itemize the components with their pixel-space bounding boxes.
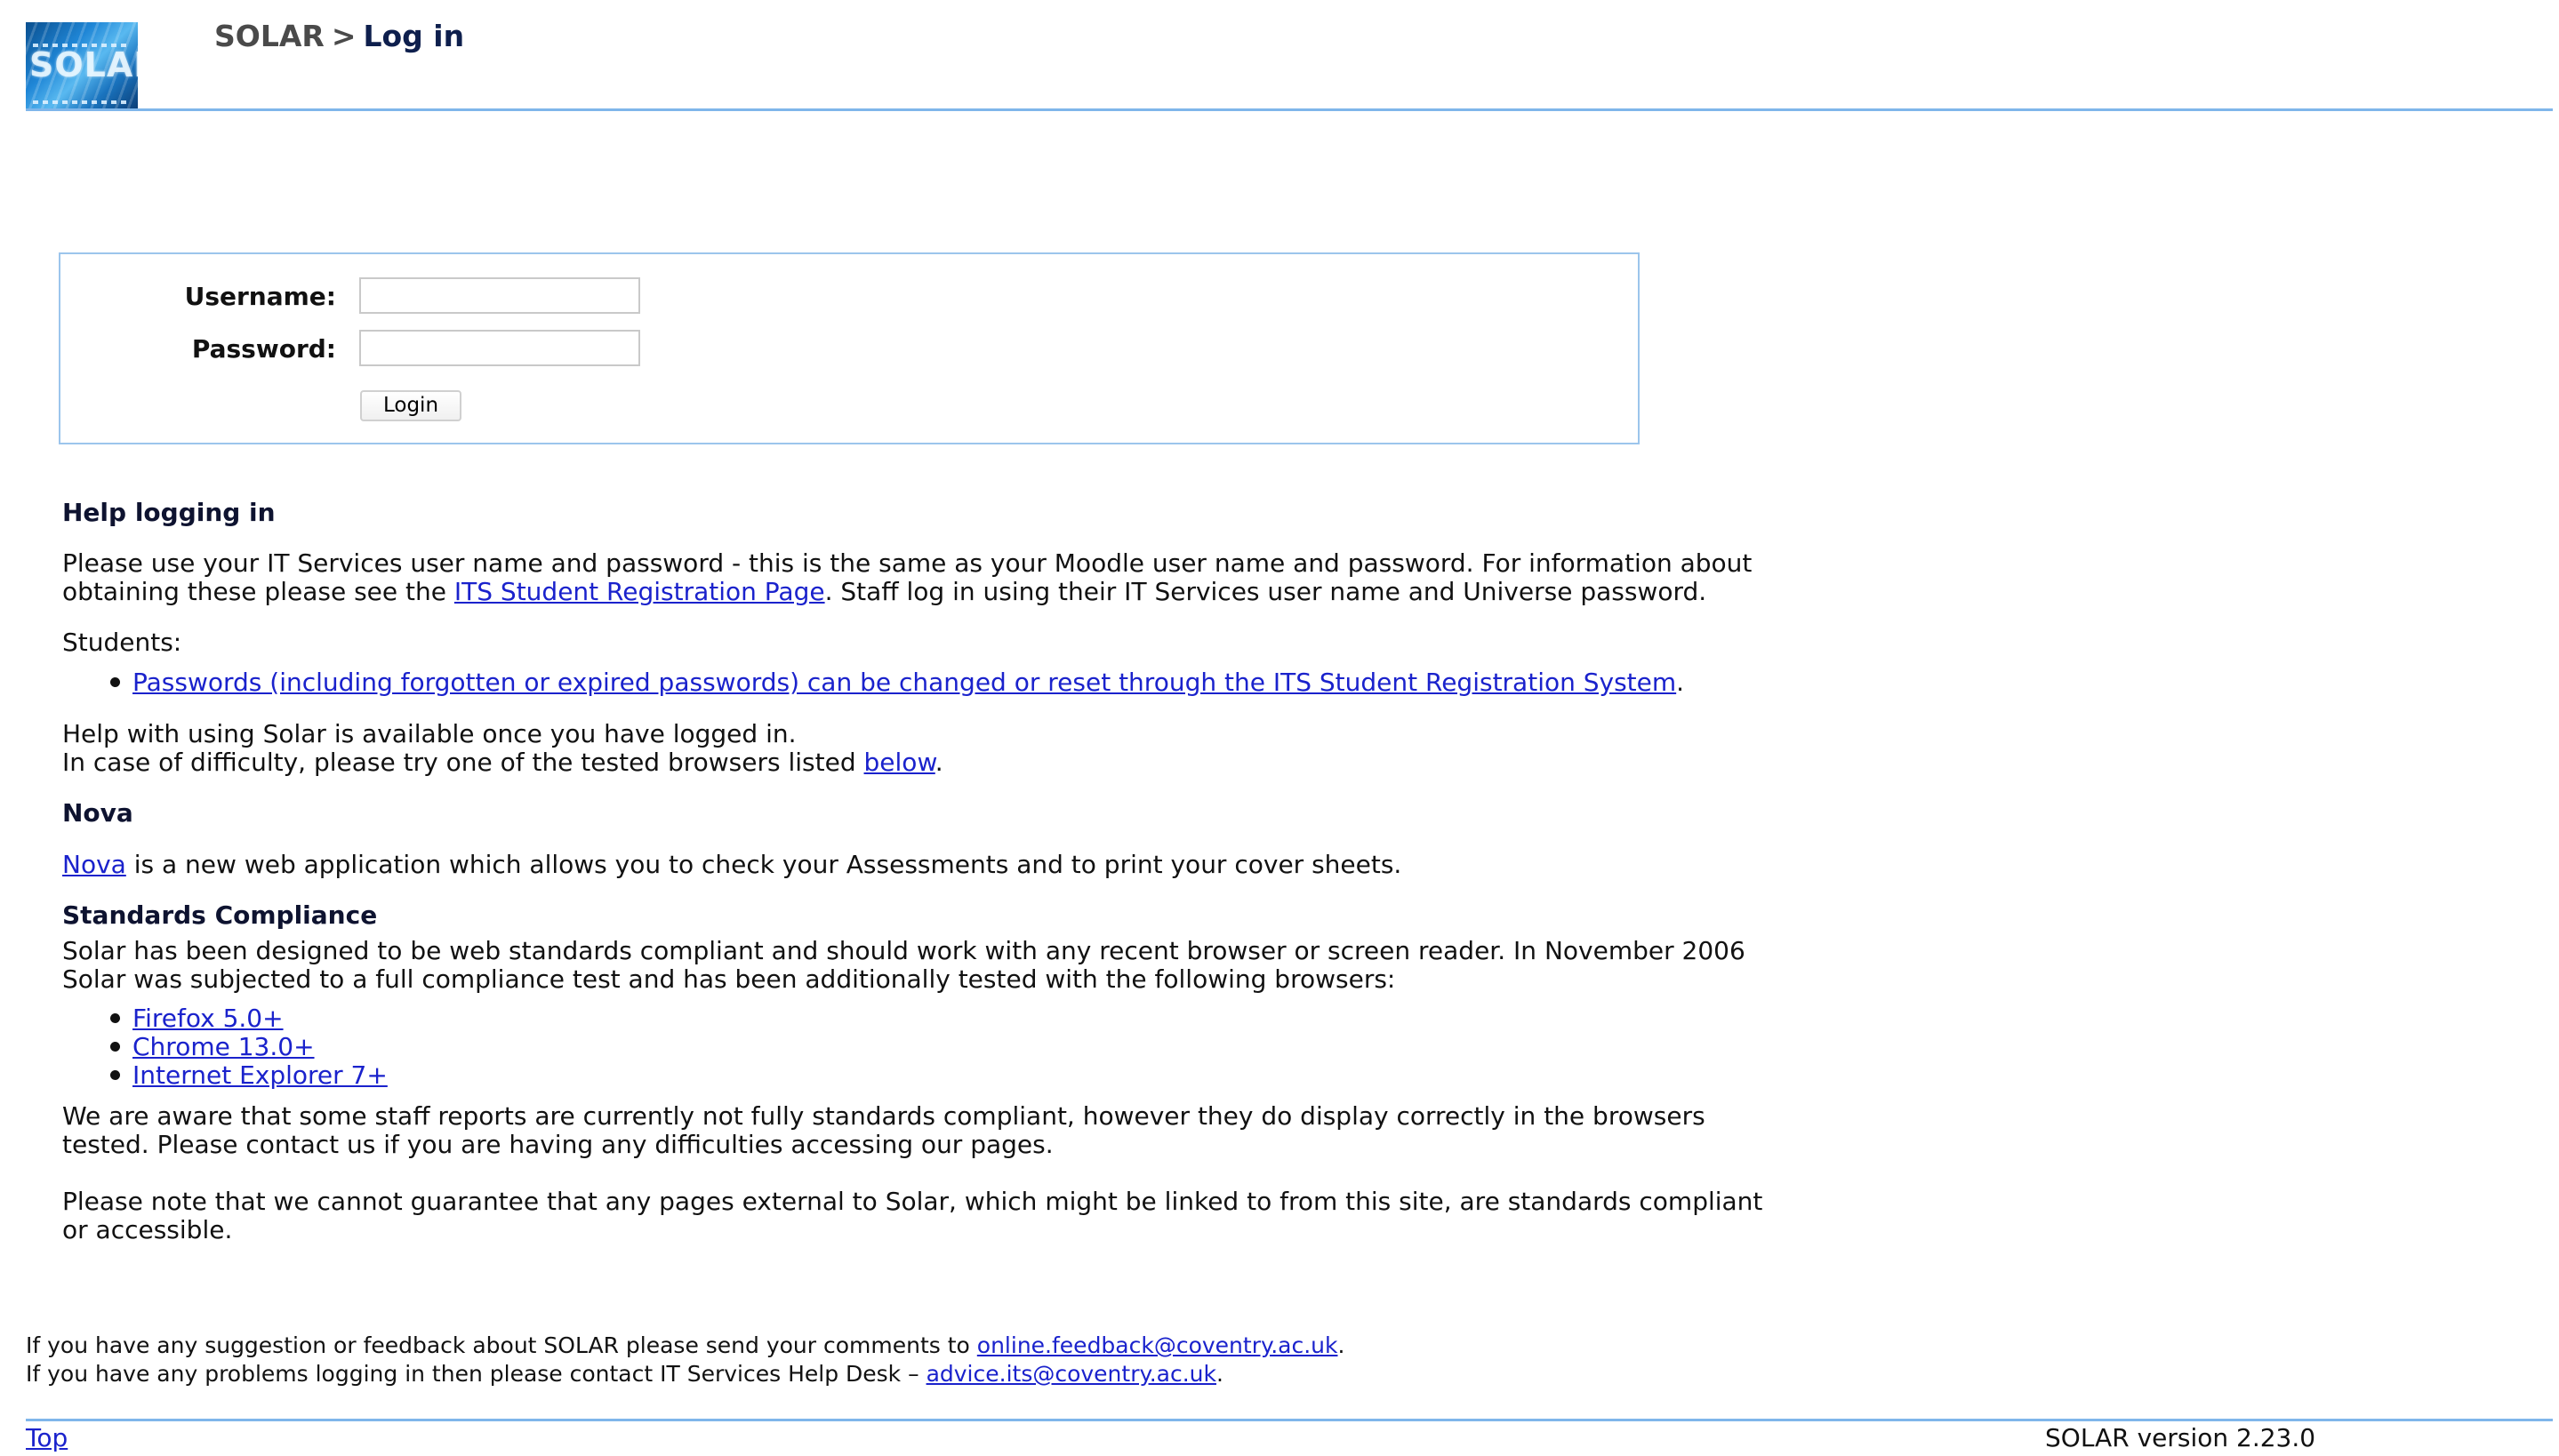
feedback-text: If you have any suggestion or feedback a… <box>26 1332 977 1358</box>
nova-text: is a new web application which allows yo… <box>125 850 1402 879</box>
nova-link[interactable]: Nova <box>62 850 126 879</box>
standards-note-line-1: We are aware that some staff reports are… <box>62 1101 1705 1131</box>
help-heading: Help logging in <box>62 498 276 527</box>
list-item: Internet Explorer 7+ <box>110 1061 388 1090</box>
reset-password-link[interactable]: Passwords (including forgotten or expire… <box>132 668 1676 697</box>
page: SOLAR SOLAR>Log in Username: Password: L… <box>0 0 2559 1456</box>
help-paragraph-line-2: obtaining these please see the ITS Stude… <box>62 578 1706 606</box>
nova-paragraph: Nova is a new web application which allo… <box>62 851 1401 879</box>
chrome-link[interactable]: Chrome 13.0+ <box>132 1032 315 1061</box>
solar-logo[interactable]: SOLAR <box>26 22 138 108</box>
standards-note-line-2: tested. Please contact us if you are hav… <box>62 1130 1054 1159</box>
help-note-line-1: Help with using Solar is available once … <box>62 719 797 748</box>
helpdesk-text: If you have any problems logging in then… <box>26 1361 927 1387</box>
help-paragraph-line-1: Please use your IT Services user name an… <box>62 548 1753 578</box>
bullet-icon <box>110 1069 120 1080</box>
external-pages-note-line-1: Please note that we cannot guarantee tha… <box>62 1187 1763 1216</box>
password-label: Password: <box>191 334 336 364</box>
page-title: Log in <box>363 19 465 53</box>
help-note-text: In case of difficulty, please try one of… <box>62 748 864 777</box>
list-item-suffix: . <box>1676 668 1685 697</box>
help-note-text-after: . <box>935 748 943 777</box>
bullet-icon <box>110 1012 120 1023</box>
helpdesk-text-after: . <box>1216 1361 1223 1387</box>
list-item: Chrome 13.0+ <box>110 1033 315 1061</box>
its-student-registration-link[interactable]: ITS Student Registration Page <box>454 577 825 606</box>
logo-text: SOLAR <box>29 45 138 84</box>
footer-divider <box>26 1419 2553 1421</box>
breadcrumb-separator: > <box>331 19 357 53</box>
list-item: Firefox 5.0+ <box>110 1004 284 1033</box>
standards-line-1: Solar has been designed to be web standa… <box>62 936 1745 965</box>
helpdesk-line: If you have any problems logging in then… <box>26 1360 1223 1388</box>
standards-line-2: Solar was subjected to a full compliance… <box>62 964 1396 994</box>
standards-heading: Standards Compliance <box>62 900 378 930</box>
bullet-icon <box>110 676 120 687</box>
feedback-email-link[interactable]: online.feedback@coventry.ac.uk <box>977 1332 1338 1358</box>
bullet-icon <box>110 1041 120 1052</box>
students-label: Students: <box>62 628 182 657</box>
external-pages-note-line-2: or accessible. <box>62 1215 233 1244</box>
header-divider <box>26 108 2553 111</box>
top-link[interactable]: Top <box>26 1424 68 1452</box>
tested-browsers-link[interactable]: below <box>864 748 935 777</box>
feedback-text-after: . <box>1337 1332 1345 1358</box>
help-paragraph-text-after: . Staff log in using their IT Services u… <box>824 577 1707 606</box>
helpdesk-email-link[interactable]: advice.its@coventry.ac.uk <box>927 1361 1216 1387</box>
internet-explorer-link[interactable]: Internet Explorer 7+ <box>132 1060 388 1090</box>
logo-dots-bottom <box>33 100 131 104</box>
breadcrumb-root: SOLAR <box>214 19 325 53</box>
password-input[interactable] <box>359 330 640 366</box>
username-label: Username: <box>184 282 336 311</box>
help-note-line-2: In case of difficulty, please try one of… <box>62 748 943 777</box>
version-label: SOLAR version 2.23.0 <box>2045 1423 2316 1452</box>
login-button[interactable]: Login <box>360 390 461 421</box>
username-input[interactable] <box>359 277 640 314</box>
firefox-link[interactable]: Firefox 5.0+ <box>132 1004 284 1033</box>
feedback-line: If you have any suggestion or feedback a… <box>26 1332 1344 1360</box>
help-paragraph-text: obtaining these please see the <box>62 577 454 606</box>
nova-heading: Nova <box>62 798 133 828</box>
breadcrumb: SOLAR > Log in <box>214 14 464 59</box>
list-item: Passwords (including forgotten or expire… <box>110 668 1684 697</box>
